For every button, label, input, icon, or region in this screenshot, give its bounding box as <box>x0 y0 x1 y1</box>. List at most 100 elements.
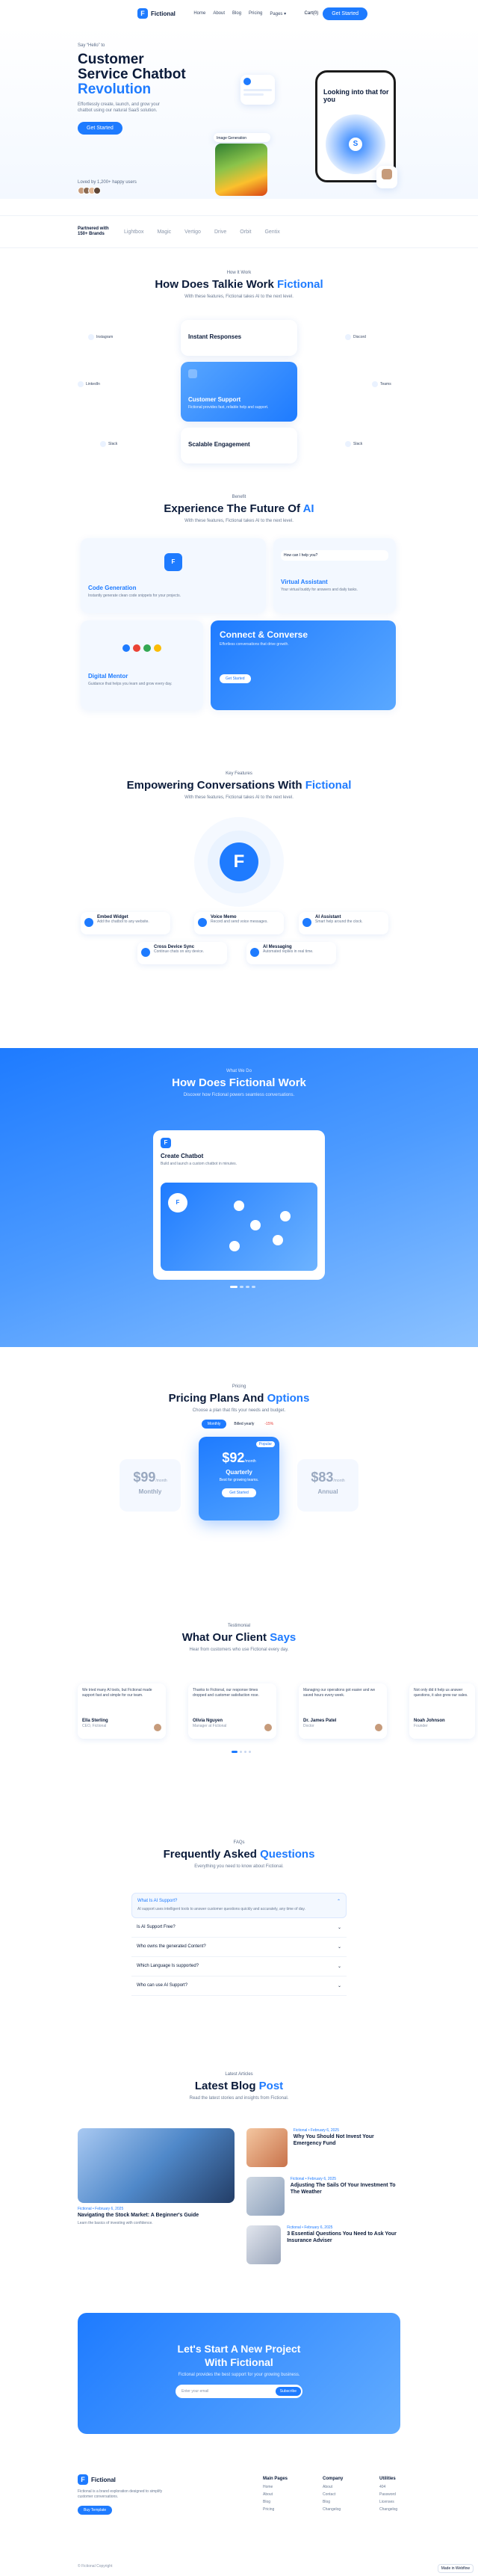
plan-description: Best for growing teams. <box>219 1478 259 1482</box>
step-title: Customer Support <box>188 396 241 403</box>
blog-description: Learn the basics of investing with confi… <box>78 2220 153 2225</box>
section-subtitle: Hear from customers who use Fictional ev… <box>189 1648 289 1652</box>
title-highlight: Fictional <box>305 779 352 792</box>
plan-cta-button[interactable]: Get Started <box>222 1488 256 1497</box>
email-field[interactable]: Enter your email <box>181 2389 208 2394</box>
blog-meta: Fictional • February 6, 2025 <box>78 2207 124 2211</box>
toggle-monthly[interactable]: Monthly <box>201 1420 227 1429</box>
brand-logo[interactable]: F Fictional <box>137 8 176 19</box>
blog-featured[interactable]: Fictional • February 6, 2025 Navigating … <box>78 2207 235 2225</box>
testimonial-role: CEO, Fictional <box>82 1724 107 1729</box>
footer-link[interactable]: Changelog <box>323 2506 343 2513</box>
plan-quarterly[interactable]: Popular $92/month Quarterly Best for gro… <box>199 1437 279 1520</box>
nav-about[interactable]: About <box>213 11 225 16</box>
nav-pricing[interactable]: Pricing <box>249 11 262 16</box>
footer-link[interactable]: Password <box>379 2491 397 2498</box>
step-scalable-engagement[interactable]: Scalable Engagement <box>181 428 297 463</box>
carousel-dot[interactable] <box>246 1286 249 1288</box>
blog-featured-image[interactable] <box>78 2128 235 2203</box>
carousel-dot[interactable] <box>230 1286 238 1288</box>
blog-item[interactable]: Fictional • February 6, 2025 3 Essential … <box>246 2225 403 2269</box>
get-started-button[interactable]: Get Started <box>323 7 367 20</box>
footer-link[interactable]: 404 <box>379 2483 397 2491</box>
chat-card <box>240 75 275 105</box>
step-customer-support[interactable]: Customer Support Fictional provides fast… <box>181 362 297 422</box>
chevron-down-icon[interactable]: ⌄ <box>338 1925 341 1930</box>
section-title: Frequently Asked Questions <box>0 1848 478 1861</box>
section-tag: Testimonial <box>227 1624 250 1628</box>
card-title: Virtual Assistant <box>281 579 328 585</box>
footer-col-main: Main Pages Home About Blog Pricing <box>263 2474 288 2513</box>
step-description: Fictional provides fast, reliable help a… <box>188 405 269 410</box>
carousel-dot[interactable] <box>252 1286 255 1288</box>
main-nav: Home About Blog Pricing Pages ▾ <box>193 11 286 16</box>
partner-logo: Gentix <box>264 229 280 235</box>
section-title: How Does Talkie Work Fictional <box>0 278 478 291</box>
hero-tag: Say “Hello” to <box>78 43 105 48</box>
channel-left: Slack <box>100 441 117 447</box>
hero-title-line-3: Revolution <box>78 81 152 97</box>
footer-link[interactable]: About <box>263 2491 288 2498</box>
chevron-down-icon[interactable]: ⌄ <box>338 1944 341 1950</box>
blog-item[interactable]: Fictional • February 6, 2025 Why You Shou… <box>246 2128 403 2172</box>
testimonial-name: Ella Sterling <box>82 1719 108 1723</box>
card-description: Build and launch a custom chatbot in min… <box>161 1162 238 1166</box>
logo-icon: F <box>168 1193 187 1212</box>
cart-link[interactable]: Cart(0) <box>305 11 319 16</box>
step-title: Scalable Engagement <box>188 441 250 448</box>
hero-users: Loved by 1,200+ happy users <box>78 180 137 194</box>
carousel-dot[interactable] <box>232 1751 238 1753</box>
ai-orb: S <box>326 114 385 174</box>
faq-item-open[interactable]: What Is AI Support? ⌃ AI support uses int… <box>131 1893 347 1918</box>
faq-item[interactable]: Who owns the generated Content? ⌄ <box>131 1938 347 1957</box>
step-instant-responses[interactable]: Instant Responses <box>181 320 297 356</box>
carousel-dot[interactable] <box>244 1751 246 1753</box>
testimonial-quote: Managing our operations got easier and w… <box>303 1688 376 1698</box>
footer-link[interactable]: Licenses <box>379 2498 397 2506</box>
footer-link[interactable]: Pricing <box>263 2506 288 2513</box>
footer-link[interactable]: Blog <box>323 2498 343 2506</box>
app-icon <box>143 644 151 652</box>
nav-blog[interactable]: Blog <box>232 11 241 16</box>
footer-link[interactable]: Contact <box>323 2491 343 2498</box>
footer-link[interactable]: Changelog <box>379 2506 397 2513</box>
cta-title-line: With Fictional <box>205 2355 273 2368</box>
made-in-webflow-badge[interactable]: Made in Webflow <box>437 2564 474 2573</box>
faq-item[interactable]: Which Language Is supported? ⌄ <box>131 1957 347 1976</box>
nav-pages[interactable]: Pages ▾ <box>270 11 286 16</box>
footer-link[interactable]: Blog <box>263 2498 288 2506</box>
chevron-up-icon[interactable]: ⌃ <box>337 1899 341 1904</box>
teams-icon <box>372 381 378 387</box>
carousel-dot[interactable] <box>249 1751 251 1753</box>
chevron-down-icon[interactable]: ⌄ <box>338 1983 341 1988</box>
hero-cta-button[interactable]: Get Started <box>78 121 122 135</box>
blog-title: Navigating the Stock Market: A Beginner'… <box>78 2213 199 2218</box>
logo-icon: F <box>220 842 258 881</box>
card-description: Effortless conversations that drive grow… <box>220 642 289 647</box>
card-cta-button[interactable]: Get Started <box>220 674 251 683</box>
carousel-dot[interactable] <box>240 1286 243 1288</box>
nav-home[interactable]: Home <box>193 11 205 16</box>
chevron-down-icon[interactable]: ⌄ <box>338 1964 341 1969</box>
footer-link[interactable]: Home <box>263 2483 288 2491</box>
toggle-yearly[interactable]: Billed yearly <box>231 1420 257 1429</box>
section-title: Pricing Plans And Options <box>0 1392 478 1405</box>
blog-thumbnail <box>246 2225 282 2264</box>
feature-embed-widget: Embed Widget Add the chatbot to any websi… <box>81 912 170 934</box>
app-icon <box>229 1241 240 1251</box>
footer-link[interactable]: About <box>323 2483 343 2491</box>
avatar <box>154 1724 161 1731</box>
logo-icon: F <box>164 553 182 571</box>
plan-annual[interactable]: $83/month Annual <box>297 1459 358 1512</box>
blog-item[interactable]: Fictional • February 6, 2025 Adjusting Th… <box>246 2177 403 2220</box>
subscribe-button[interactable]: Subscribe <box>275 2387 301 2396</box>
partner-logo: Vertigo <box>184 229 201 235</box>
faq-item[interactable]: Is AI Support Free? ⌄ <box>131 1918 347 1938</box>
plan-monthly[interactable]: $99/month Monthly <box>120 1459 181 1512</box>
faq-item[interactable]: Who can use AI Support? ⌄ <box>131 1976 347 1996</box>
hero-text: Say “Hello” to Customer Service Chatbot … <box>78 43 197 135</box>
carousel-dots <box>232 1751 251 1753</box>
title-part: How Does Talkie Work <box>155 278 277 291</box>
carousel-dot[interactable] <box>240 1751 242 1753</box>
buy-template-button[interactable]: Buy Template <box>78 2506 113 2515</box>
